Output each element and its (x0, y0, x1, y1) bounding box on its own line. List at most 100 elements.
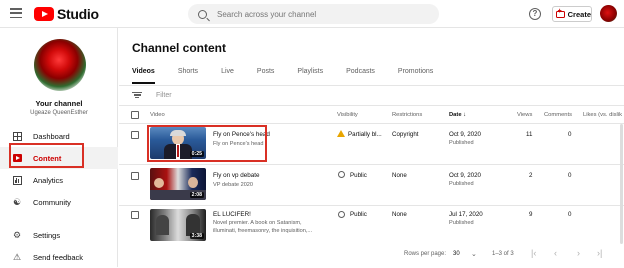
rows-per-page-select[interactable]: 30 (453, 251, 460, 257)
account-avatar[interactable] (600, 5, 617, 22)
restrictions-value[interactable]: None (392, 211, 407, 218)
chevron-down-icon[interactable]: ⌄ (471, 250, 477, 258)
sidebar-item-label: Send feedback (33, 252, 84, 262)
search-bar[interactable] (188, 4, 439, 24)
tab-playlists[interactable]: Playlists (297, 68, 323, 84)
column-views[interactable]: Views (517, 112, 532, 118)
video-duration: 3:38 (189, 233, 204, 239)
rows-per-page-label: Rows per page: (404, 251, 447, 257)
logo-text: Studio (57, 6, 99, 22)
table-row[interactable]: 2:08 Fly on vp debate VP debate 2020 Pub… (119, 165, 624, 206)
column-likes[interactable]: Likes (vs. dislik (583, 112, 622, 118)
publish-status: Published (449, 140, 474, 146)
sidebar-item-send-feedback[interactable]: ⚠ Send feedback (0, 246, 118, 268)
feedback-icon: ⚠ (12, 251, 22, 262)
scrollbar[interactable] (620, 124, 623, 244)
arrow-down-icon: ↓ (463, 112, 467, 118)
tab-posts[interactable]: Posts (257, 68, 275, 84)
dashboard-icon (12, 131, 22, 141)
analytics-icon (12, 175, 22, 185)
first-page-icon[interactable]: |‹ (531, 248, 536, 258)
sidebar-item-settings[interactable]: ⚙ Settings (0, 224, 118, 246)
tab-videos[interactable]: Videos (132, 68, 155, 84)
top-bar: Studio ? Create (0, 0, 624, 28)
create-label: Create (567, 9, 591, 19)
search-icon (198, 9, 207, 19)
row-checkbox[interactable] (131, 131, 139, 139)
restrictions-value[interactable]: Copyright (392, 131, 418, 138)
column-comments[interactable]: Comments (544, 112, 572, 118)
pagination: Rows per page: 30 ⌄ 1–3 of 3 |‹ ‹ › ›| (119, 247, 624, 267)
comments-value: 0 (568, 211, 572, 218)
visibility-status[interactable]: Partially bl... (348, 131, 382, 138)
table-row[interactable]: 3:38 EL LUCIFER! Novel premier. A book o… (119, 206, 624, 247)
sidebar-item-label: Community (33, 197, 71, 207)
select-all-checkbox[interactable] (131, 111, 139, 119)
sidebar-item-label: Settings (33, 230, 61, 240)
video-duration: 2:08 (189, 192, 204, 198)
tab-podcasts[interactable]: Podcasts (346, 68, 375, 84)
column-restrictions[interactable]: Restrictions (392, 112, 422, 118)
filter-divider (119, 105, 624, 106)
tab-live[interactable]: Live (221, 68, 234, 84)
filter-input[interactable]: Filter (156, 92, 172, 99)
filter-icon[interactable] (132, 90, 142, 100)
sidebar-item-label: Analytics (33, 175, 64, 185)
video-thumbnail[interactable]: 3:38 (150, 209, 206, 241)
column-visibility[interactable]: Visibility (337, 112, 358, 118)
create-button[interactable]: Create (552, 6, 592, 22)
date-value: Jul 17, 2020 (449, 211, 483, 218)
row-checkbox[interactable] (131, 211, 139, 219)
last-page-icon[interactable]: ›| (597, 248, 602, 258)
row-checkbox[interactable] (131, 172, 139, 180)
video-description-line: Novel premier. A book on Satanism, (213, 220, 302, 226)
globe-icon (338, 211, 345, 218)
date-value: Oct 9, 2020 (449, 172, 481, 179)
views-value: 2 (529, 172, 533, 179)
previous-page-icon[interactable]: ‹ (554, 248, 557, 258)
sidebar-item-analytics[interactable]: Analytics (0, 169, 118, 191)
search-input[interactable] (217, 9, 417, 19)
column-date-label: Date (449, 112, 462, 118)
views-value: 11 (526, 131, 533, 138)
sidebar-item-label: Dashboard (33, 131, 70, 141)
filter-bar[interactable]: Filter (132, 87, 172, 103)
column-date[interactable]: Date ↓ (449, 112, 466, 118)
column-video: Video (150, 112, 165, 118)
menu-icon[interactable] (10, 8, 22, 19)
highlight-box-video (147, 125, 267, 162)
video-title[interactable]: Fly on vp debate (213, 172, 333, 179)
page-title: Channel content (132, 41, 227, 55)
video-description-line: illuminati, freemasonry, the inquisition… (213, 228, 313, 234)
comments-value: 0 (568, 131, 572, 138)
channel-avatar[interactable] (34, 39, 86, 91)
channel-name: Ugeaze QueenEsther (30, 110, 88, 116)
publish-status: Published (449, 220, 474, 226)
video-description: Novel premier. A book on Satanism, illum… (213, 219, 333, 235)
gear-icon: ⚙ (12, 229, 22, 240)
page-range: 1–3 of 3 (492, 251, 514, 257)
community-icon: ☯ (12, 196, 22, 207)
studio-logo[interactable]: Studio (34, 6, 99, 22)
video-thumbnail[interactable]: 2:08 (150, 168, 206, 200)
content-tabs: Videos Shorts Live Posts Playlists Podca… (132, 68, 456, 84)
sidebar-item-community[interactable]: ☯ Community (0, 191, 118, 213)
video-title[interactable]: EL LUCIFER! (213, 211, 333, 218)
tab-divider (119, 85, 624, 86)
youtube-logo-icon (34, 7, 54, 21)
visibility-status[interactable]: Public (350, 172, 367, 179)
video-description: VP debate 2020 (213, 182, 254, 188)
comments-value: 0 (568, 172, 572, 179)
channel-label: Your channel (35, 99, 83, 108)
help-icon[interactable]: ? (529, 8, 541, 20)
tab-shorts[interactable]: Shorts (178, 68, 198, 84)
restrictions-value[interactable]: None (392, 172, 407, 179)
highlight-box-content (9, 143, 84, 168)
visibility-status[interactable]: Public (350, 211, 367, 218)
publish-status: Published (449, 181, 474, 187)
tab-promotions[interactable]: Promotions (398, 68, 433, 84)
views-value: 9 (529, 211, 533, 218)
warning-icon (337, 130, 345, 137)
create-video-icon (556, 8, 565, 18)
next-page-icon[interactable]: › (577, 248, 580, 258)
